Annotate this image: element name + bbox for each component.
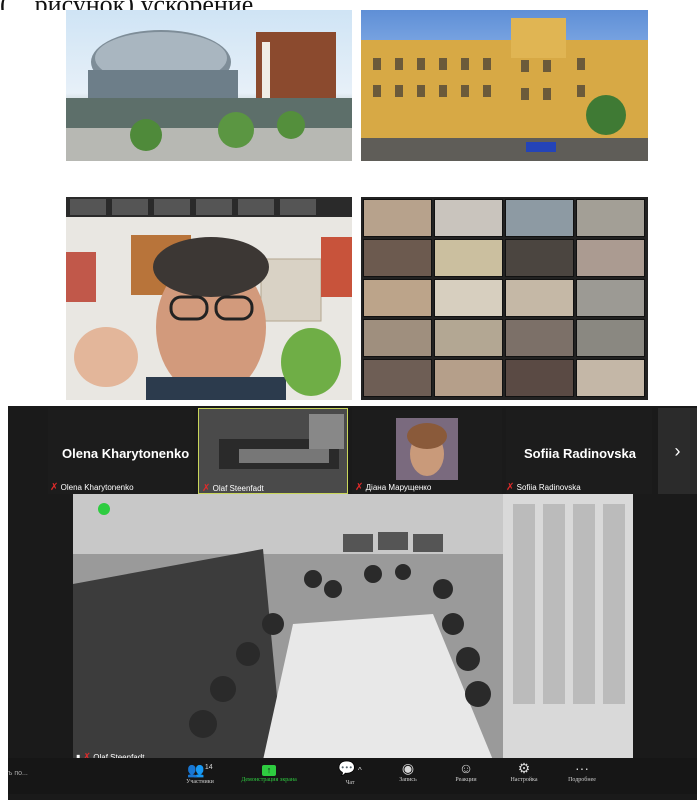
participants-button[interactable]: 👥14 Участники (168, 760, 232, 792)
more-button[interactable]: ··· Подробнее (550, 760, 614, 792)
chat-label: Чат (345, 780, 355, 786)
participant-label-sofiia: ✗ Sofiia Radinovska (506, 482, 581, 493)
record-label: Запись (399, 777, 417, 783)
muted-mic-icon: ✗ (50, 482, 59, 493)
gear-icon: ⚙ (517, 760, 531, 776)
participant-label-olena: ✗ Olena Kharytonenko (50, 482, 134, 493)
caption-fragment: (…рисунок) ускорение… (0, 0, 697, 10)
zoom-meeting-window: Olena Kharytonenko ✗ Olena Kharytonenko … (8, 406, 697, 800)
participants-label: Участники (186, 778, 214, 785)
photo-gallery-grid (361, 197, 648, 400)
record-button[interactable]: ◉ Запись (376, 760, 440, 792)
participant-label-diana: ✗ Діана Марущенко (355, 482, 432, 493)
photo-historic-building (361, 10, 648, 161)
main-video-feed (73, 494, 633, 760)
record-icon: ◉ (401, 760, 415, 776)
photo-modern-building (66, 10, 352, 161)
muted-mic-icon: ✗ (506, 482, 515, 493)
share-screen-icon: ↑ (230, 760, 308, 776)
participant-tile-olaf-active[interactable]: ✗ Olaf Steenfadt (198, 408, 348, 494)
participant-tile-diana[interactable]: ✗ Діана Марущенко (352, 408, 502, 494)
photo-speaker-video (66, 197, 352, 400)
reactions-button[interactable]: ☺ Реакции (434, 760, 498, 792)
more-icon: ··· (575, 760, 589, 776)
more-label: Подробнее (568, 777, 596, 783)
toolbar-left-fragment: ъ по... (8, 770, 28, 777)
reactions-label: Реакции (455, 777, 477, 783)
reactions-icon: ☺ (458, 760, 474, 776)
zoom-toolbar: ъ по... 👥14 Участники ↑ Демонстрация экр… (8, 758, 697, 794)
chat-button[interactable]: 💬 ^ Чат (318, 760, 382, 792)
participant-name-olena: Olena Kharytonenko (62, 446, 190, 461)
participant-label-olaf: ✗ Olaf Steenfadt (202, 483, 264, 494)
chat-icon: 💬 ^ (338, 760, 362, 776)
share-screen-label: Демонстрация экрана (241, 777, 297, 783)
participant-name-sofiia: Sofiia Radinovska (524, 446, 636, 461)
muted-mic-icon: ✗ (202, 483, 211, 494)
share-screen-button[interactable]: ↑ Демонстрация экрана (230, 760, 308, 792)
next-participants-chevron-icon[interactable]: › (658, 408, 697, 494)
participant-tile-olena[interactable]: Olena Kharytonenko ✗ Olena Kharytonenko (48, 408, 194, 494)
participants-icon: 👥14 (187, 761, 213, 778)
settings-label: Настройка (510, 777, 538, 783)
settings-button[interactable]: ⚙ Настройка (492, 760, 556, 792)
muted-mic-icon: ✗ (355, 482, 364, 493)
participant-tile-sofiia[interactable]: Sofiia Radinovska ✗ Sofiia Radinovska (506, 408, 652, 494)
